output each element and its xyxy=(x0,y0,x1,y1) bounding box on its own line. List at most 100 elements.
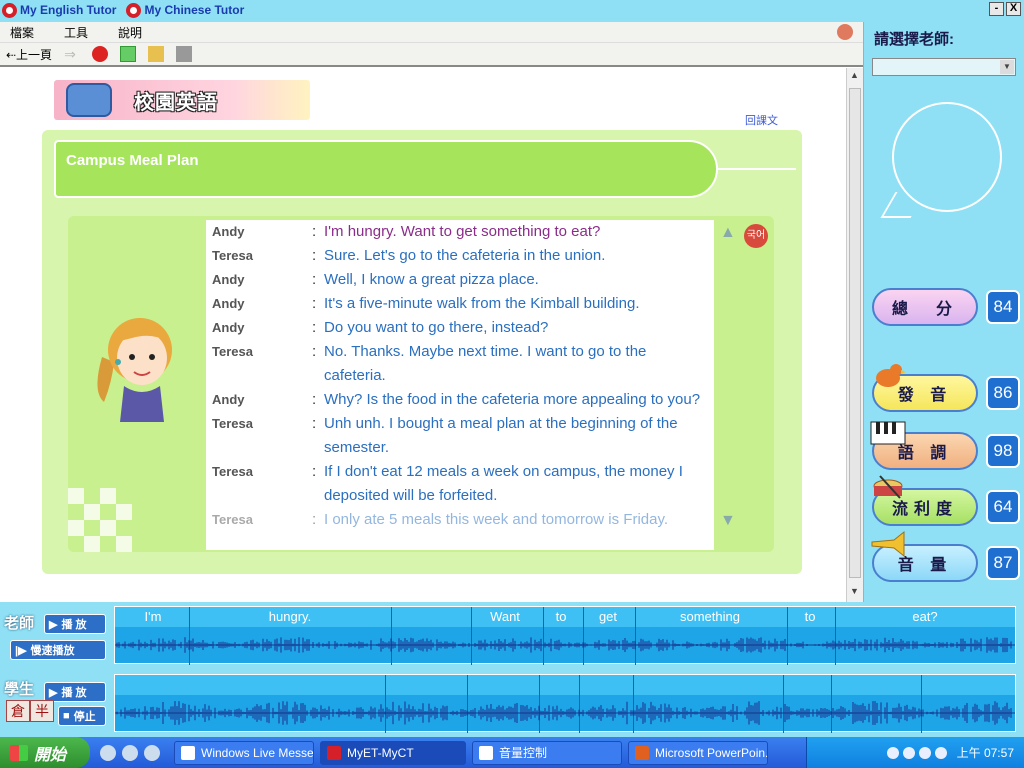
task-myet-myct[interactable]: MyET-MyCT xyxy=(320,740,466,765)
volume-score-value: 87 xyxy=(986,546,1020,580)
media-icon[interactable] xyxy=(100,744,116,761)
ime-indicator[interactable]: 倉 半 xyxy=(6,700,54,722)
dialogue-text: I'm hungry. Want to get something to eat… xyxy=(324,223,601,240)
task-volume-control[interactable]: 音量控制 xyxy=(472,740,622,765)
mail-icon[interactable] xyxy=(918,746,931,759)
teacher-slow-play-button[interactable]: |▶ 慢速播放 xyxy=(10,640,106,660)
dialogue-text: Well, I know a great pizza place. xyxy=(324,271,539,288)
speaker-name: Andy xyxy=(212,296,245,311)
page-scrollbar[interactable]: ▲ ▼ xyxy=(846,68,863,602)
messenger-icon xyxy=(181,745,195,760)
ie-icon[interactable] xyxy=(144,744,160,761)
ime-half-width[interactable]: 半 xyxy=(30,700,54,722)
speaker-icon[interactable] xyxy=(902,746,915,759)
dialogue-panel: Andy: I'm hungry. Want to get something t… xyxy=(68,216,774,552)
close-button[interactable]: X xyxy=(1006,2,1021,16)
word-label: hungry. xyxy=(268,609,312,624)
scroll-up-arrow-icon[interactable]: ▲ xyxy=(850,70,860,80)
speaker-name: Teresa xyxy=(212,464,253,479)
score-pronunciation: 發 音 86 xyxy=(872,364,1022,414)
scrollbar-thumb[interactable] xyxy=(849,88,861,578)
start-button[interactable]: 開始 xyxy=(0,737,90,768)
teacher-select[interactable]: ▼ xyxy=(872,58,1016,76)
print-icon[interactable] xyxy=(176,46,193,62)
teacher-play-button[interactable]: ▶ 播 放 xyxy=(44,614,106,634)
dialogue-line[interactable]: Andy: Why? Is the food in the cafeteria m… xyxy=(206,388,714,412)
ime-input-method[interactable]: 倉 xyxy=(6,700,30,722)
teacher-select-label: 請選擇老師: xyxy=(874,31,954,48)
back-to-text-link[interactable]: 回課文 xyxy=(745,112,778,128)
total-score-button[interactable]: 總 分 xyxy=(872,288,978,326)
word-strip xyxy=(115,675,1015,695)
shield-icon[interactable] xyxy=(934,746,947,759)
dialogue-text: Sure. Let's go to the cafeteria in the u… xyxy=(324,247,606,264)
stop-icon[interactable] xyxy=(92,46,109,62)
student-waveform[interactable] xyxy=(114,674,1016,733)
myet-logo-icon xyxy=(327,745,341,760)
dialogue-line[interactable]: Andy: Well, I know a great pizza place. xyxy=(206,268,714,292)
menu-tools[interactable]: 工具 xyxy=(64,24,88,41)
dialogue-line[interactable]: Teresa: If I don't eat 12 meals a week on… xyxy=(206,460,714,508)
chevron-down-icon[interactable]: ▼ xyxy=(1000,60,1014,74)
dialogue-text: It's a five-minute walk from the Kimball… xyxy=(324,295,640,312)
menu-file[interactable]: 檔案 xyxy=(10,24,34,41)
app-english-tutor[interactable]: My English Tutor xyxy=(2,2,116,18)
dialogue-text: If I don't eat 12 meals a week on campus… xyxy=(324,463,683,504)
task-powerpoint[interactable]: Microsoft PowerPoin... xyxy=(628,740,768,765)
refresh-icon[interactable] xyxy=(120,46,137,62)
dialogue-scroll-up-icon[interactable]: ▲ xyxy=(720,224,736,242)
speaker-name: Teresa xyxy=(212,416,253,431)
title-divider xyxy=(718,168,796,170)
forward-icon[interactable]: ⇒ xyxy=(64,46,80,62)
speaker-name: Andy xyxy=(212,320,245,335)
speaker-name: Andy xyxy=(212,272,245,287)
word-label: to xyxy=(555,609,567,624)
lesson-page: 校園英語 回課文 Campus Meal Plan Andy: I'm hun… xyxy=(0,68,846,602)
lesson-title-bar: Campus Meal Plan xyxy=(54,140,718,198)
task-windows-live-messenger[interactable]: Windows Live Messe... xyxy=(174,740,314,765)
school-bag-icon xyxy=(66,83,112,117)
dialogue-line[interactable]: Andy: I'm hungry. Want to get something t… xyxy=(206,220,714,244)
korean-button[interactable]: 국어 xyxy=(744,224,768,248)
messenger-icon[interactable] xyxy=(122,744,138,761)
clock[interactable]: 上午 07:57 xyxy=(957,744,1014,761)
nav-toolbar: ⇠上一頁 ⇒ xyxy=(0,43,863,67)
teacher-waveform[interactable]: I'm hungry. Want to get something to eat… xyxy=(114,606,1016,665)
dialogue-line[interactable]: Teresa: Unh unh. I bought a meal plan at … xyxy=(206,412,714,460)
windows-flag-icon xyxy=(10,744,28,761)
dialogue-line[interactable]: Andy: Do you want to go there, instead? xyxy=(206,316,714,340)
speaker-name: Andy xyxy=(212,224,245,239)
system-tray: 上午 07:57 xyxy=(806,737,1024,768)
scroll-down-arrow-icon[interactable]: ▼ xyxy=(850,586,860,596)
student-play-button[interactable]: ▶ 播 放 xyxy=(44,682,106,702)
tutor-girl-avatar xyxy=(97,318,172,422)
word-label: to xyxy=(804,609,816,624)
fluency-score-value: 64 xyxy=(986,490,1020,524)
volume-icon xyxy=(479,745,493,760)
piano-icon xyxy=(870,421,906,445)
word-label: I'm xyxy=(144,609,162,624)
network-icon[interactable] xyxy=(886,746,899,759)
dialogue-line[interactable]: Teresa: I only ate 5 meals this week and … xyxy=(206,508,714,532)
quick-launch xyxy=(100,744,160,761)
home-icon[interactable] xyxy=(148,46,165,62)
app-chinese-tutor[interactable]: My Chinese Tutor xyxy=(126,2,244,18)
minimize-button[interactable]: - xyxy=(989,2,1004,16)
dialogue-line[interactable]: Teresa: Sure. Let's go to the cafeteria i… xyxy=(206,244,714,268)
drum-icon xyxy=(873,475,903,499)
score-fluency: 流利度 64 xyxy=(872,475,1022,528)
back-button[interactable]: ⇠上一頁 xyxy=(6,46,52,63)
score-intonation: 語 調 98 xyxy=(870,421,1022,472)
dialogue-line[interactable]: Teresa: No. Thanks. Maybe next time. I wa… xyxy=(206,340,714,388)
dialogue-scroll-down-icon[interactable]: ▼ xyxy=(720,512,736,530)
word-label: eat? xyxy=(912,609,938,624)
dialogue-line[interactable]: Andy: It's a five-minute walk from the Ki… xyxy=(206,292,714,316)
word-label: Want xyxy=(490,609,520,624)
word-label: something xyxy=(680,609,740,624)
taskbar: 開始 Windows Live Messe... MyET-MyCT 音量控制 … xyxy=(0,737,1024,768)
speaker-name: Teresa xyxy=(212,344,253,359)
student-stop-button[interactable]: ■ 停止 xyxy=(58,706,106,726)
stop-icon: ■ xyxy=(63,710,70,722)
checker-decoration xyxy=(68,452,188,552)
menu-help[interactable]: 說明 xyxy=(118,24,142,41)
